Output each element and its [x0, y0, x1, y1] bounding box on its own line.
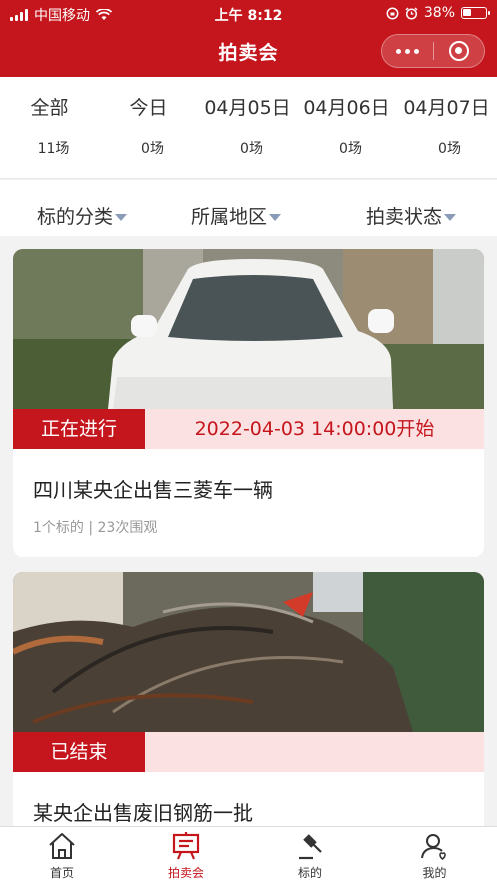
date-selector: 全部 11场 今日 0场 04月05日 0场 04月06日 0场 04月07日 …	[0, 77, 497, 179]
date-tab-0406[interactable]: 04月06日 0场	[297, 77, 396, 177]
date-tab-all[interactable]: 全部 11场	[0, 77, 99, 177]
status-badge: 已结束	[13, 732, 145, 772]
auction-meta: 1个标的 | 23次围观	[33, 520, 158, 536]
alarm-icon	[405, 6, 418, 20]
tab-mine[interactable]: 我的	[372, 827, 497, 883]
date-label: 全部	[30, 97, 69, 119]
date-tab-today[interactable]: 今日 0场	[99, 77, 198, 177]
status-bar: 中国移动 上午 8:12 38%	[0, 3, 497, 25]
tab-label: 标的	[297, 866, 322, 880]
filter-bar: 标的分类 所属地区 拍卖状态	[0, 180, 497, 236]
tab-lots[interactable]: 标的	[248, 827, 372, 883]
date-label: 04月07日	[403, 97, 490, 119]
auction-card[interactable]: 正在进行 2022-04-03 14:00:00开始 四川某央企出售三菱车一辆 …	[13, 249, 484, 557]
auction-start-time	[145, 732, 484, 772]
auction-title: 四川某央企出售三菱车一辆	[33, 478, 273, 502]
battery-icon	[461, 7, 490, 19]
status-badge: 正在进行	[13, 409, 145, 449]
tab-label: 拍卖会	[167, 866, 204, 880]
bottom-tab-bar: 首页 拍卖会 标的 我的	[0, 826, 497, 883]
battery-percent: 38%	[423, 5, 455, 21]
date-tab-0405[interactable]: 04月05日 0场	[198, 77, 297, 177]
auction-photo-car	[13, 249, 484, 409]
more-icon[interactable]	[382, 48, 433, 54]
tab-home[interactable]: 首页	[0, 827, 124, 883]
date-tab-0407[interactable]: 04月07日 0场	[396, 77, 497, 177]
date-count: 11场	[37, 141, 70, 157]
home-icon	[49, 833, 75, 859]
orientation-lock-icon	[386, 7, 399, 19]
auction-status-bar: 已结束	[13, 732, 484, 772]
filter-region-dropdown[interactable]: 所属地区	[191, 202, 282, 229]
dropdown-arrow-icon	[269, 214, 282, 221]
date-count: 0场	[438, 141, 461, 157]
date-label: 04月05日	[204, 97, 291, 119]
filter-label: 所属地区	[191, 206, 268, 228]
app-header: 中国移动 上午 8:12 38% 拍卖会	[0, 0, 497, 77]
filter-status-dropdown[interactable]: 拍卖状态	[366, 202, 457, 229]
auction-photo-rebar	[13, 572, 484, 732]
user-icon	[421, 834, 446, 861]
auction-start-time: 2022-04-03 14:00:00开始	[194, 418, 435, 440]
filter-category-dropdown[interactable]: 标的分类	[37, 202, 128, 229]
auction-title: 某央企出售废旧钢筋一批	[33, 801, 253, 825]
date-count: 0场	[339, 141, 362, 157]
tab-auctions[interactable]: 拍卖会	[124, 827, 248, 883]
gavel-icon	[299, 834, 322, 860]
filter-label: 拍卖状态	[366, 206, 443, 228]
auction-status-bar: 正在进行 2022-04-03 14:00:00开始	[13, 409, 484, 449]
filter-label: 标的分类	[37, 206, 114, 228]
close-mini-program-button[interactable]	[433, 41, 484, 61]
date-label: 今日	[129, 97, 168, 119]
date-count: 0场	[141, 141, 164, 157]
tab-label: 首页	[49, 866, 74, 880]
close-circle-icon	[448, 41, 469, 61]
auction-list-icon	[172, 832, 200, 860]
dropdown-arrow-icon	[115, 214, 128, 221]
date-label: 04月06日	[303, 97, 390, 119]
tab-label: 我的	[422, 866, 447, 880]
date-count: 0场	[240, 141, 263, 157]
mini-program-capsule	[381, 34, 485, 68]
dropdown-arrow-icon	[444, 214, 457, 221]
